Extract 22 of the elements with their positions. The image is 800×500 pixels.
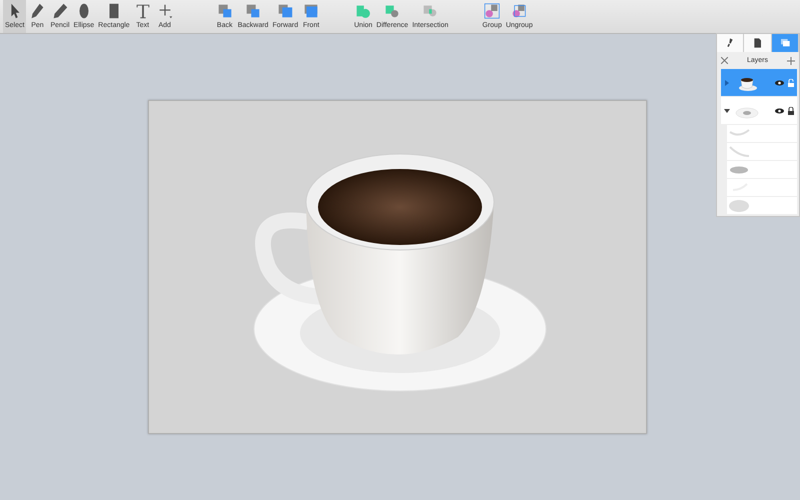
eye-icon[interactable] <box>775 80 784 86</box>
pencil-icon <box>51 2 69 20</box>
ungroup-icon <box>510 2 528 20</box>
layer-row[interactable] <box>721 69 797 96</box>
close-icon[interactable] <box>721 57 728 64</box>
collapsed-triangle-icon[interactable] <box>724 80 730 86</box>
sublayer-row[interactable] <box>727 161 797 178</box>
back-icon <box>216 2 234 20</box>
expanded-triangle-icon[interactable] <box>724 108 730 114</box>
panel-tab[interactable] <box>717 34 744 52</box>
eye-icon[interactable] <box>775 108 784 114</box>
layer-row[interactable] <box>721 97 797 124</box>
group-icon <box>483 2 502 20</box>
backward-icon <box>244 2 262 20</box>
text-icon <box>134 2 152 20</box>
layers-icon <box>778 37 791 49</box>
front-icon <box>302 2 320 20</box>
lock-icon[interactable] <box>788 106 794 114</box>
panel-tab[interactable] <box>744 34 772 52</box>
add-icon[interactable] <box>786 56 795 64</box>
forward-icon <box>276 2 294 20</box>
unlocked-lock-icon[interactable] <box>788 78 794 86</box>
